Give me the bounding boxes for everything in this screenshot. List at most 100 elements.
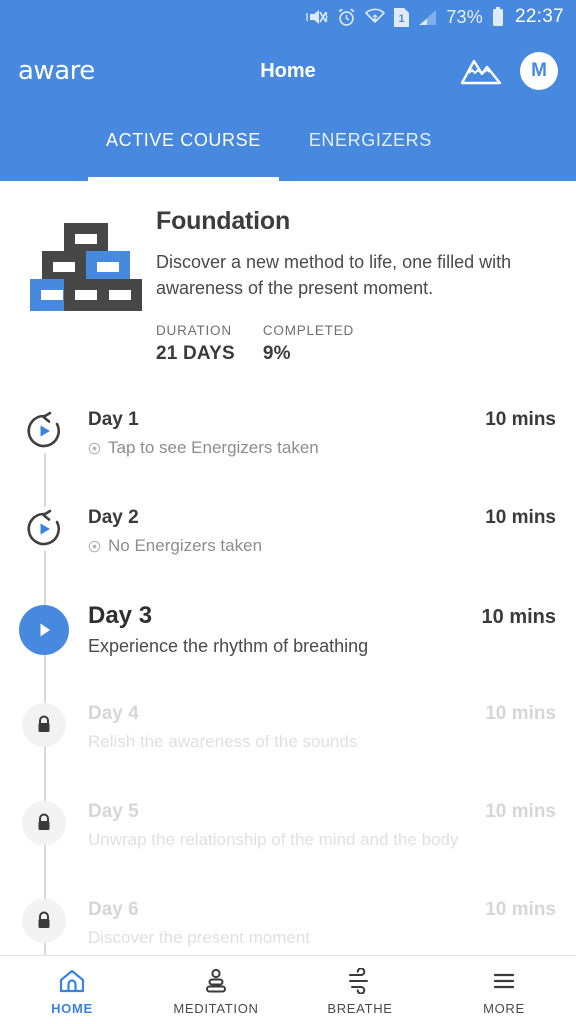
status-bar-icons: 1 — [306, 7, 437, 27]
day-subtitle-row: Experience the rhythm of breathing — [88, 636, 556, 657]
day-item-locked[interactable]: Day 4 10 mins Relish the awareness of th… — [0, 697, 576, 795]
day-body: Day 5 10 mins Unwrap the relationship of… — [88, 795, 556, 850]
status-bar-clock: 22:37 — [514, 6, 564, 27]
day-header-row: Day 6 10 mins — [88, 899, 556, 921]
day-name: Day 4 — [88, 703, 139, 725]
play-icon — [40, 623, 50, 637]
day-marker — [0, 501, 88, 552]
bottom-navigation: HOME MEDITATION BREATHE MORE — [0, 955, 576, 1024]
day-subtitle-row: Relish the awareness of the sounds — [88, 732, 556, 752]
tab-energizers-label: ENERGIZERS — [308, 130, 432, 150]
meditation-icon — [206, 968, 226, 992]
replay-play-icon — [27, 412, 60, 448]
day-subtitle: Unwrap the relationship of the mind and … — [88, 830, 459, 850]
day-subtitle: Tap to see Energizers taken — [108, 438, 319, 458]
nav-item-home[interactable]: HOME — [0, 956, 144, 1024]
day-status-circle-current[interactable] — [19, 605, 69, 656]
day-marker — [0, 893, 88, 944]
signal-icon — [419, 9, 437, 25]
day-header-row: Day 2 10 mins — [88, 507, 556, 529]
day-subtitle-row: Discover the present moment — [88, 928, 556, 948]
course-info: Foundation Discover a new method to life… — [152, 207, 556, 365]
day-item-locked[interactable]: Day 5 10 mins Unwrap the relationship of… — [0, 795, 576, 893]
day-duration: 10 mins — [485, 899, 556, 921]
course-title: Foundation — [156, 207, 291, 235]
alarm-icon — [338, 7, 355, 26]
course-description: Discover a new method to life, one fille… — [156, 252, 512, 298]
day-header-row: Day 3 10 mins — [88, 602, 556, 630]
day-marker — [0, 795, 88, 846]
nav-item-home-label: HOME — [51, 1000, 93, 1016]
foundation-blocks-icon — [30, 223, 142, 311]
day-body: Day 2 10 mins No Energizers taken — [88, 501, 556, 556]
day-subtitle: No Energizers taken — [108, 536, 263, 556]
course-card[interactable]: Foundation Discover a new method to life… — [0, 181, 576, 365]
block-bottom-right — [98, 279, 142, 311]
day-subtitle: Experience the rhythm of breathing — [88, 636, 369, 657]
day-item[interactable]: Day 1 10 mins Tap to see Energizers take… — [0, 403, 576, 501]
nav-item-more[interactable]: MORE — [432, 956, 576, 1024]
day-name: Day 3 — [88, 602, 153, 630]
nav-item-more-label: MORE — [483, 1000, 525, 1016]
nav-item-meditation[interactable]: MEDITATION — [144, 956, 288, 1024]
course-meta: DURATION 21 DAYS COMPLETED 9% — [156, 323, 556, 365]
day-subtitle-row: Unwrap the relationship of the mind and … — [88, 830, 556, 850]
day-subtitle: Discover the present moment — [88, 928, 311, 948]
day-status-circle[interactable] — [22, 409, 66, 454]
day-header-row: Day 4 10 mins — [88, 703, 556, 725]
day-status-circle-locked — [22, 703, 66, 748]
day-body: Day 3 10 mins Experience the rhythm of b… — [88, 599, 556, 657]
tab-active-course-label: ACTIVE COURSE — [106, 130, 261, 150]
sim-1-icon: 1 — [394, 7, 410, 27]
nav-item-breathe-label: BREATHE — [327, 1000, 393, 1016]
day-subtitle: Relish the awareness of the sounds — [88, 732, 358, 752]
day-duration: 10 mins — [481, 606, 556, 629]
home-icon — [59, 969, 85, 992]
day-header-row: Day 1 10 mins — [88, 409, 556, 431]
day-item-locked[interactable]: Day 6 10 mins Discover the present momen… — [0, 893, 576, 955]
mute-vibrate-icon — [306, 10, 328, 24]
day-list: Day 1 10 mins Tap to see Energizers take… — [0, 403, 576, 955]
app-bar: aware Home M — [0, 34, 576, 108]
energizer-dot-icon — [88, 442, 101, 455]
day-subtitle-row: No Energizers taken — [88, 536, 556, 556]
tab-bar: ACTIVE COURSE ENERGIZERS — [0, 108, 576, 181]
nav-item-breathe[interactable]: BREATHE — [288, 956, 432, 1024]
completed-label: COMPLETED — [262, 323, 355, 339]
mountain-icon[interactable] — [460, 56, 502, 86]
day-item-current[interactable]: Day 3 10 mins Experience the rhythm of b… — [0, 599, 576, 697]
day-status-circle-locked — [22, 801, 66, 846]
duration-value: 21 DAYS — [156, 343, 235, 365]
day-status-circle-locked — [22, 899, 66, 944]
breathe-wind-icon — [349, 967, 368, 994]
day-duration: 10 mins — [485, 507, 556, 529]
course-duration: DURATION 21 DAYS — [156, 323, 235, 365]
lock-icon — [38, 911, 50, 929]
day-body: Day 1 10 mins Tap to see Energizers take… — [88, 403, 556, 458]
app-bar-actions: M — [460, 52, 558, 90]
day-body: Day 6 10 mins Discover the present momen… — [88, 893, 556, 948]
course-icon — [20, 207, 152, 365]
day-name: Day 2 — [88, 507, 139, 529]
day-duration: 10 mins — [485, 801, 556, 823]
tab-active-course[interactable]: ACTIVE COURSE — [88, 108, 279, 181]
day-name: Day 1 — [88, 409, 139, 431]
day-marker — [0, 697, 88, 748]
duration-label: DURATION — [156, 323, 232, 339]
energizer-dot-icon — [88, 540, 101, 553]
day-header-row: Day 5 10 mins — [88, 801, 556, 823]
replay-play-icon — [27, 510, 60, 546]
nav-item-meditation-label: MEDITATION — [173, 1000, 259, 1016]
day-item[interactable]: Day 2 10 mins No Energizers taken — [0, 501, 576, 599]
tab-energizers[interactable]: ENERGIZERS — [309, 108, 432, 181]
lock-icon — [38, 813, 50, 831]
wifi-icon — [365, 8, 386, 24]
avatar[interactable]: M — [520, 52, 558, 90]
day-duration: 10 mins — [485, 703, 556, 725]
day-name: Day 6 — [88, 899, 139, 921]
hamburger-menu-icon — [493, 973, 515, 988]
day-status-circle[interactable] — [22, 507, 66, 552]
lock-icon — [38, 715, 50, 733]
battery-icon — [492, 7, 503, 26]
svg-text:1: 1 — [399, 13, 405, 25]
